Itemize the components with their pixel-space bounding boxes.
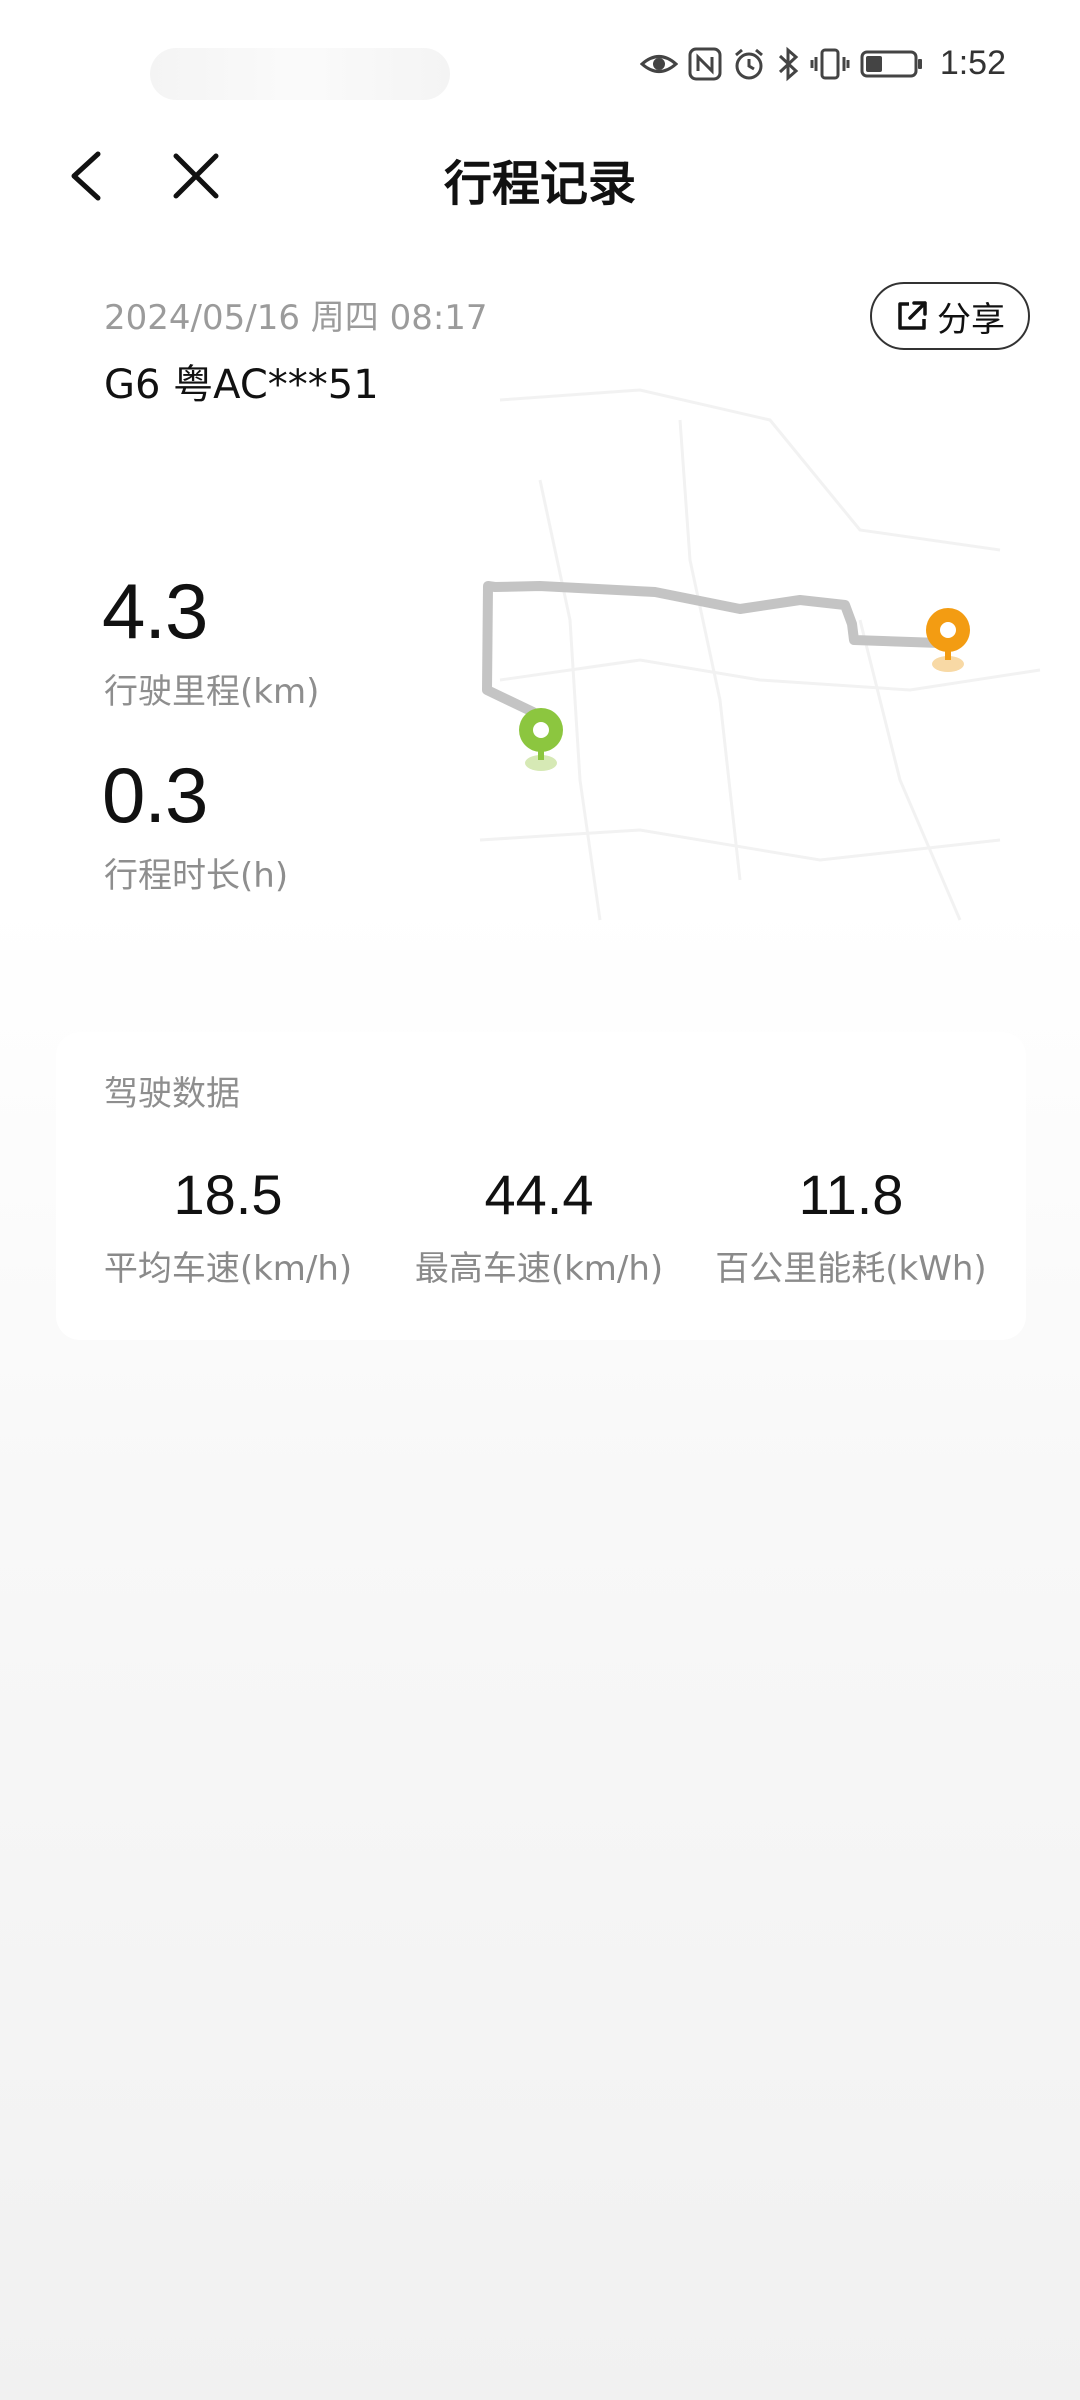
distance-value: 4.3 xyxy=(102,567,208,655)
stat-label: 最高车速(km/h) xyxy=(414,1249,664,1289)
status-icons: 1:52 xyxy=(639,44,1006,83)
distance-label: 行驶里程(km) xyxy=(104,672,320,712)
stat-value: 44.4 xyxy=(484,1163,594,1226)
page-title: 行程记录 xyxy=(443,156,636,212)
stat-value: 11.8 xyxy=(798,1163,904,1226)
vehicle-plate: G6 粤AC***51 xyxy=(104,362,379,408)
duration-value: 0.3 xyxy=(102,751,208,839)
end-pin xyxy=(926,608,970,672)
stat-max-speed: 44.4 最高车速(km/h) xyxy=(389,1162,689,1290)
card-title: 驾驶数据 xyxy=(104,1074,240,1114)
battery-icon xyxy=(860,50,922,77)
status-time: 1:52 xyxy=(939,44,1006,82)
share-icon xyxy=(898,301,927,330)
nav-bar: 行程记录 xyxy=(0,130,1080,220)
route-path xyxy=(482,581,945,717)
start-pin xyxy=(519,708,563,771)
duration-label: 行程时长(h) xyxy=(104,856,289,896)
stat-avg-speed: 18.5 平均车速(km/h) xyxy=(78,1162,378,1290)
status-bar: 1:52 xyxy=(0,0,1080,130)
share-button[interactable]: 分享 xyxy=(870,282,1030,350)
blurred-notification-area xyxy=(150,48,450,100)
vibrate-icon xyxy=(810,48,850,79)
nfc-icon xyxy=(688,47,722,80)
route-map-canvas xyxy=(479,388,1041,921)
stat-value: 18.5 xyxy=(173,1163,283,1226)
share-label: 分享 xyxy=(937,299,1005,340)
eye-icon xyxy=(639,54,678,73)
trip-datetime: 2024/05/16 周四 08:17 xyxy=(104,298,488,338)
stat-label: 平均车速(km/h) xyxy=(103,1249,353,1289)
stat-label: 百公里能耗(kWh) xyxy=(715,1249,987,1289)
stat-energy-consumption: 11.8 百公里能耗(kWh) xyxy=(701,1162,1001,1290)
alarm-icon xyxy=(734,48,763,79)
route-map[interactable] xyxy=(440,360,1060,960)
bluetooth-icon xyxy=(778,46,799,81)
driving-data-card: 驾驶数据 18.5 平均车速(km/h) 44.4 最高车速(km/h) 11.… xyxy=(56,1032,1026,1340)
